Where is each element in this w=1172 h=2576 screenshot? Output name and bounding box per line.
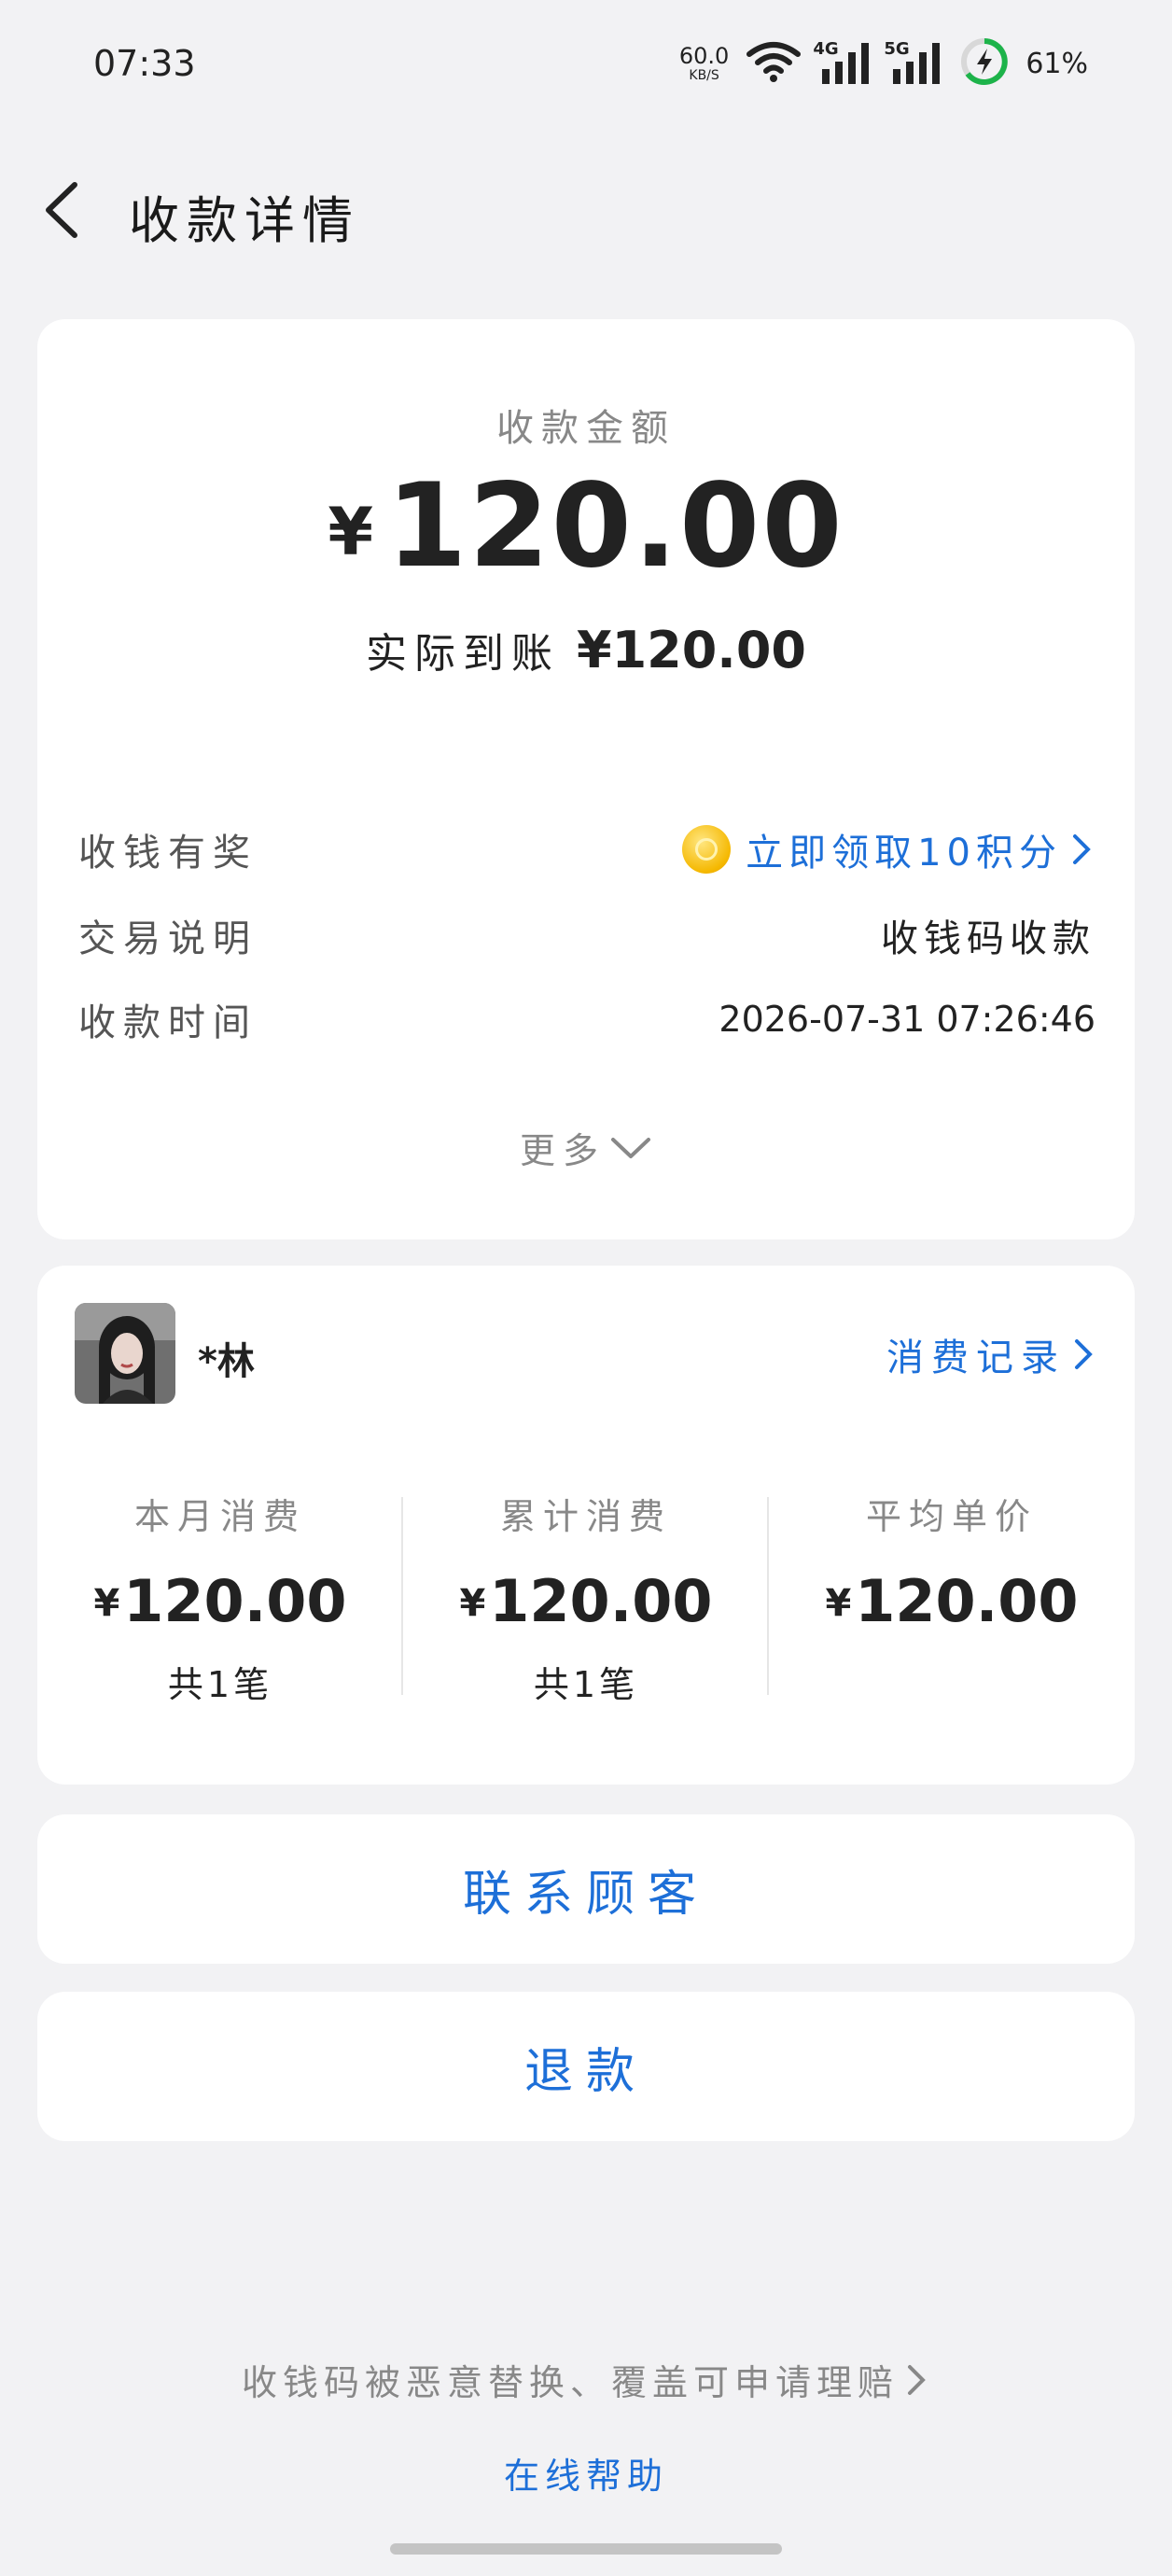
- stat-average: 平均单价 ¥120.00: [769, 1488, 1135, 1635]
- customer-name: *林: [198, 1340, 255, 1383]
- time-value: 2026-07-31 07:26:46: [719, 999, 1095, 1040]
- stat-value: ¥120.00: [37, 1567, 403, 1635]
- status-time: 07:33: [93, 43, 196, 84]
- net-speed-unit: KB/S: [689, 68, 719, 83]
- description-value: 收钱码收款: [881, 917, 1095, 960]
- stat-total: 累计消费 ¥120.00 共1笔: [403, 1488, 769, 1707]
- claim-text: 收钱码被恶意替换、覆盖可申请理赔: [241, 2362, 899, 2403]
- purchase-history-link[interactable]: 消费记录: [886, 1327, 1097, 1381]
- more-label: 更多: [519, 1130, 606, 1171]
- stat-month: 本月消费 ¥120.00 共1笔: [37, 1488, 403, 1707]
- chevron-right-icon: [1073, 834, 1091, 864]
- status-icons: 60.0 KB/S 4G 5G 61%: [679, 37, 1088, 90]
- reward-row: 收钱有奖 立即领取10积分: [78, 821, 1095, 877]
- stat-count: 共1笔: [533, 1664, 639, 1705]
- amount-value: ¥120.00: [37, 459, 1135, 594]
- stat-currency: ¥: [93, 1582, 120, 1625]
- stat-number: 120.00: [489, 1567, 713, 1635]
- battery-percent: 61%: [1026, 47, 1088, 80]
- net-speed-value: 60.0: [678, 43, 730, 69]
- customer-card: *林 消费记录 本月消费 ¥120.00 共1笔 累计消费 ¥120.00 共1…: [37, 1266, 1135, 1785]
- time-row: 收款时间 2026-07-31 07:26:46: [78, 991, 1095, 1047]
- stat-label: 平均单价: [865, 1496, 1038, 1537]
- claim-points-link[interactable]: 立即领取10积分: [682, 822, 1095, 876]
- signal-4g-label: 4G: [813, 39, 839, 59]
- chevron-right-icon: [1075, 1339, 1093, 1369]
- wifi-icon: [746, 41, 802, 86]
- actual-received-label: 实际到账: [366, 630, 561, 678]
- signal-5g-label: 5G: [884, 39, 910, 59]
- chevron-right-icon: [908, 2364, 926, 2395]
- actual-received: 实际到账 ¥120.00: [37, 620, 1135, 679]
- stat-currency: ¥: [459, 1582, 486, 1625]
- stat-label: 累计消费: [499, 1496, 672, 1537]
- description-label: 交易说明: [78, 917, 258, 960]
- description-row: 交易说明 收钱码收款: [78, 907, 1095, 963]
- claim-points-text: 立即领取10积分: [746, 832, 1062, 875]
- signal-4g-icon: 4G: [813, 39, 872, 86]
- reward-label: 收钱有奖: [78, 832, 258, 875]
- stat-currency: ¥: [825, 1582, 852, 1625]
- contact-customer-button[interactable]: 联系顾客: [37, 1814, 1135, 1964]
- stat-number: 120.00: [855, 1567, 1079, 1635]
- back-button[interactable]: [37, 177, 93, 243]
- page-title: 收款详情: [129, 191, 360, 250]
- coin-icon: [682, 825, 732, 874]
- status-bar: 07:33 60.0 KB/S 4G 5G 61%: [0, 0, 1172, 131]
- contact-customer-card: 联系顾客: [37, 1814, 1135, 1964]
- chevron-down-icon: [611, 1137, 650, 1158]
- battery-charging-icon: [960, 37, 1009, 90]
- amount-currency: ¥: [328, 494, 374, 570]
- online-help-link[interactable]: 在线帮助: [0, 2447, 1172, 2499]
- chevron-left-icon: [46, 182, 77, 238]
- more-button[interactable]: 更多: [37, 1122, 1135, 1173]
- actual-received-value: ¥120.00: [577, 621, 806, 679]
- avatar: [75, 1303, 175, 1404]
- stat-value: ¥120.00: [769, 1567, 1135, 1635]
- purchase-history-label: 消费记录: [886, 1337, 1066, 1379]
- refund-button[interactable]: 退款: [37, 1992, 1135, 2141]
- time-label: 收款时间: [78, 1001, 258, 1044]
- signal-5g-icon: 5G: [884, 39, 943, 86]
- stat-count: 共1笔: [167, 1664, 273, 1705]
- stat-label: 本月消费: [133, 1496, 306, 1537]
- amount-label: 收款金额: [496, 407, 676, 450]
- payment-summary-card: 收款金额 ¥120.00 实际到账 ¥120.00 收钱有奖 立即领取10积分 交…: [37, 319, 1135, 1239]
- refund-card: 退款: [37, 1992, 1135, 2141]
- home-indicator[interactable]: [390, 2543, 782, 2555]
- stat-number: 120.00: [123, 1567, 347, 1635]
- claim-link[interactable]: 收钱码被恶意替换、覆盖可申请理赔: [0, 2354, 1172, 2405]
- amount-number: 120.00: [386, 459, 844, 594]
- net-speed: 60.0 KB/S: [679, 45, 729, 82]
- stat-value: ¥120.00: [403, 1567, 769, 1635]
- nav-bar: 收款详情: [0, 159, 1172, 261]
